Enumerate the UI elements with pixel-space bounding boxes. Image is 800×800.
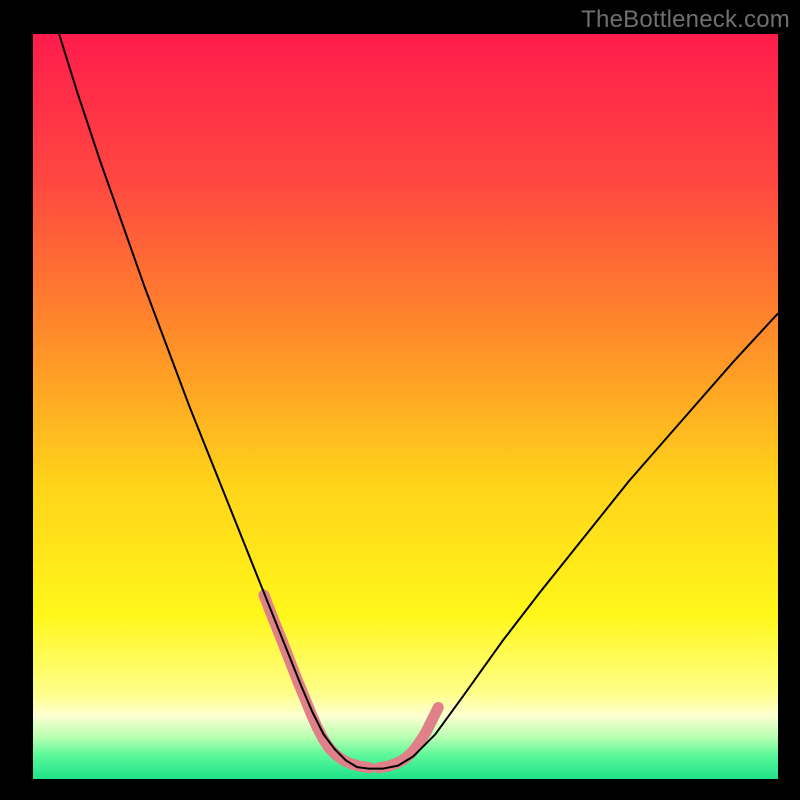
watermark-label: TheBottleneck.com [581,6,790,34]
plot-background [33,34,778,779]
bottleneck-chart [0,0,800,800]
highlight-dashes-right-seg [432,707,439,720]
chart-stage: TheBottleneck.com [0,0,800,800]
